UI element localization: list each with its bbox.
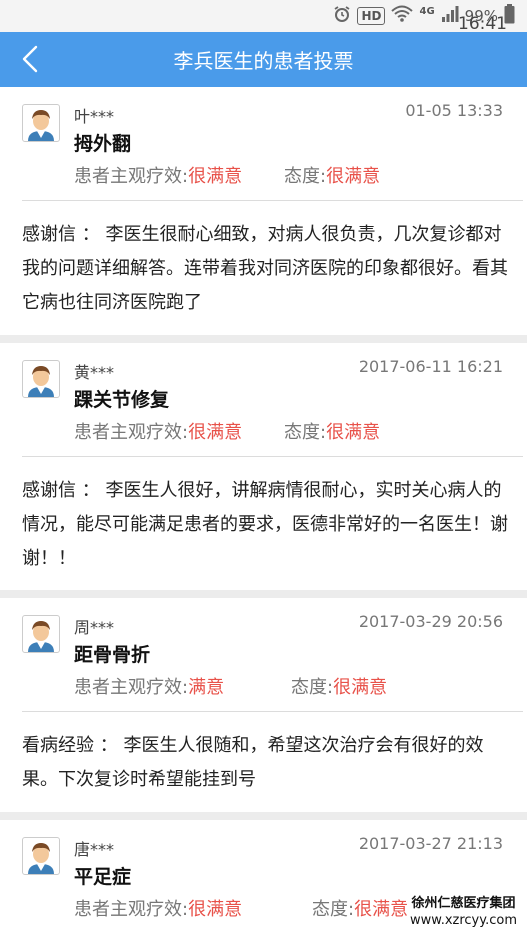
reviewer-name: 黄***: [74, 363, 115, 382]
avatar: [22, 837, 60, 875]
attitude-label: 态度:: [312, 899, 355, 920]
review-time: 2017-06-11 16:21: [358, 357, 503, 376]
review-text: 看病经验 ： 李医生人很随和，希望这次治疗会有很好的效果。下次复诊时希望能挂到号: [22, 735, 484, 790]
status-time: 16:41: [458, 14, 507, 34]
avatar: [22, 360, 60, 398]
disease-name: 平足症: [74, 866, 132, 888]
watermark-url: www.xzrcyy.com: [410, 913, 517, 928]
efficacy-label: 患者主观疗效:: [74, 677, 189, 698]
ratings: 患者主观疗效:很满意 态度:很满意: [74, 162, 380, 188]
attitude-value: 很满意: [326, 166, 381, 187]
attitude-value: 很满意: [333, 677, 388, 698]
review-time: 01-05 13:33: [405, 101, 503, 120]
review-text: 感谢信 ： 李医生人很好，讲解病情很耐心，实时关心病人的情况，能尽可能满足患者的…: [22, 480, 508, 569]
status-bar: HD 4G 99% 16:41: [0, 0, 527, 34]
review-time: 2017-03-29 20:56: [358, 612, 503, 631]
watermark: 徐州仁慈医疗集团 www.xzrcyy.com: [410, 895, 517, 929]
attitude-label: 态度:: [284, 166, 327, 187]
efficacy-label: 患者主观疗效:: [74, 166, 189, 187]
ratings: 患者主观疗效:很满意 态度:很满意: [74, 895, 408, 921]
reviewer-name: 周***: [74, 618, 115, 637]
divider: [22, 200, 523, 201]
page-title: 李兵医生的患者投票: [173, 49, 354, 73]
back-button[interactable]: [14, 42, 48, 76]
review-text: 感谢信 ： 李医生很耐心细致，对病人很负责，几次复诊都对我的问题详细解答。连带着…: [22, 224, 508, 313]
alarm-icon: [333, 5, 351, 27]
attitude-value: 很满意: [354, 899, 409, 920]
disease-name: 距骨骨折: [74, 644, 151, 666]
efficacy-value: 很满意: [188, 899, 243, 920]
disease-name: 拇外翻: [74, 133, 132, 155]
efficacy-label: 患者主观疗效:: [74, 899, 189, 920]
disease-name: 踝关节修复: [74, 389, 170, 411]
reviewer-name: 唐***: [74, 840, 115, 859]
review-list[interactable]: 叶*** 01-05 13:33 拇外翻 患者主观疗效:很满意 态度:很满意 感…: [0, 87, 527, 930]
review-card[interactable]: 叶*** 01-05 13:33 拇外翻 患者主观疗效:很满意 态度:很满意 感…: [0, 87, 527, 343]
wifi-icon: [391, 5, 414, 27]
attitude-label: 态度:: [291, 677, 334, 698]
efficacy-label: 患者主观疗效:: [74, 422, 189, 443]
efficacy-value: 很满意: [188, 422, 243, 443]
attitude-value: 很满意: [326, 422, 381, 443]
hd-badge: HD: [357, 7, 386, 25]
watermark-name: 徐州仁慈医疗集团: [411, 896, 516, 911]
divider: [22, 456, 523, 457]
attitude-label: 态度:: [284, 422, 327, 443]
signal-icon: [441, 6, 459, 26]
efficacy-value: 满意: [188, 677, 225, 698]
review-card[interactable]: 黄*** 2017-06-11 16:21 踝关节修复 患者主观疗效:很满意 态…: [0, 343, 527, 598]
ratings: 患者主观疗效:很满意 态度:很满意: [74, 418, 380, 444]
nav-bar: 李兵医生的患者投票: [0, 32, 527, 87]
avatar: [22, 615, 60, 653]
chevron-left-icon: [14, 45, 48, 80]
divider: [22, 711, 523, 712]
review-card[interactable]: 周*** 2017-03-29 20:56 距骨骨折 患者主观疗效:满意 态度:…: [0, 598, 527, 820]
avatar: [22, 104, 60, 142]
reviewer-name: 叶***: [74, 107, 115, 126]
efficacy-value: 很满意: [188, 166, 243, 187]
review-time: 2017-03-27 21:13: [358, 834, 503, 853]
network-type-label: 4G: [419, 6, 435, 17]
ratings: 患者主观疗效:满意 态度:很满意: [74, 673, 387, 699]
